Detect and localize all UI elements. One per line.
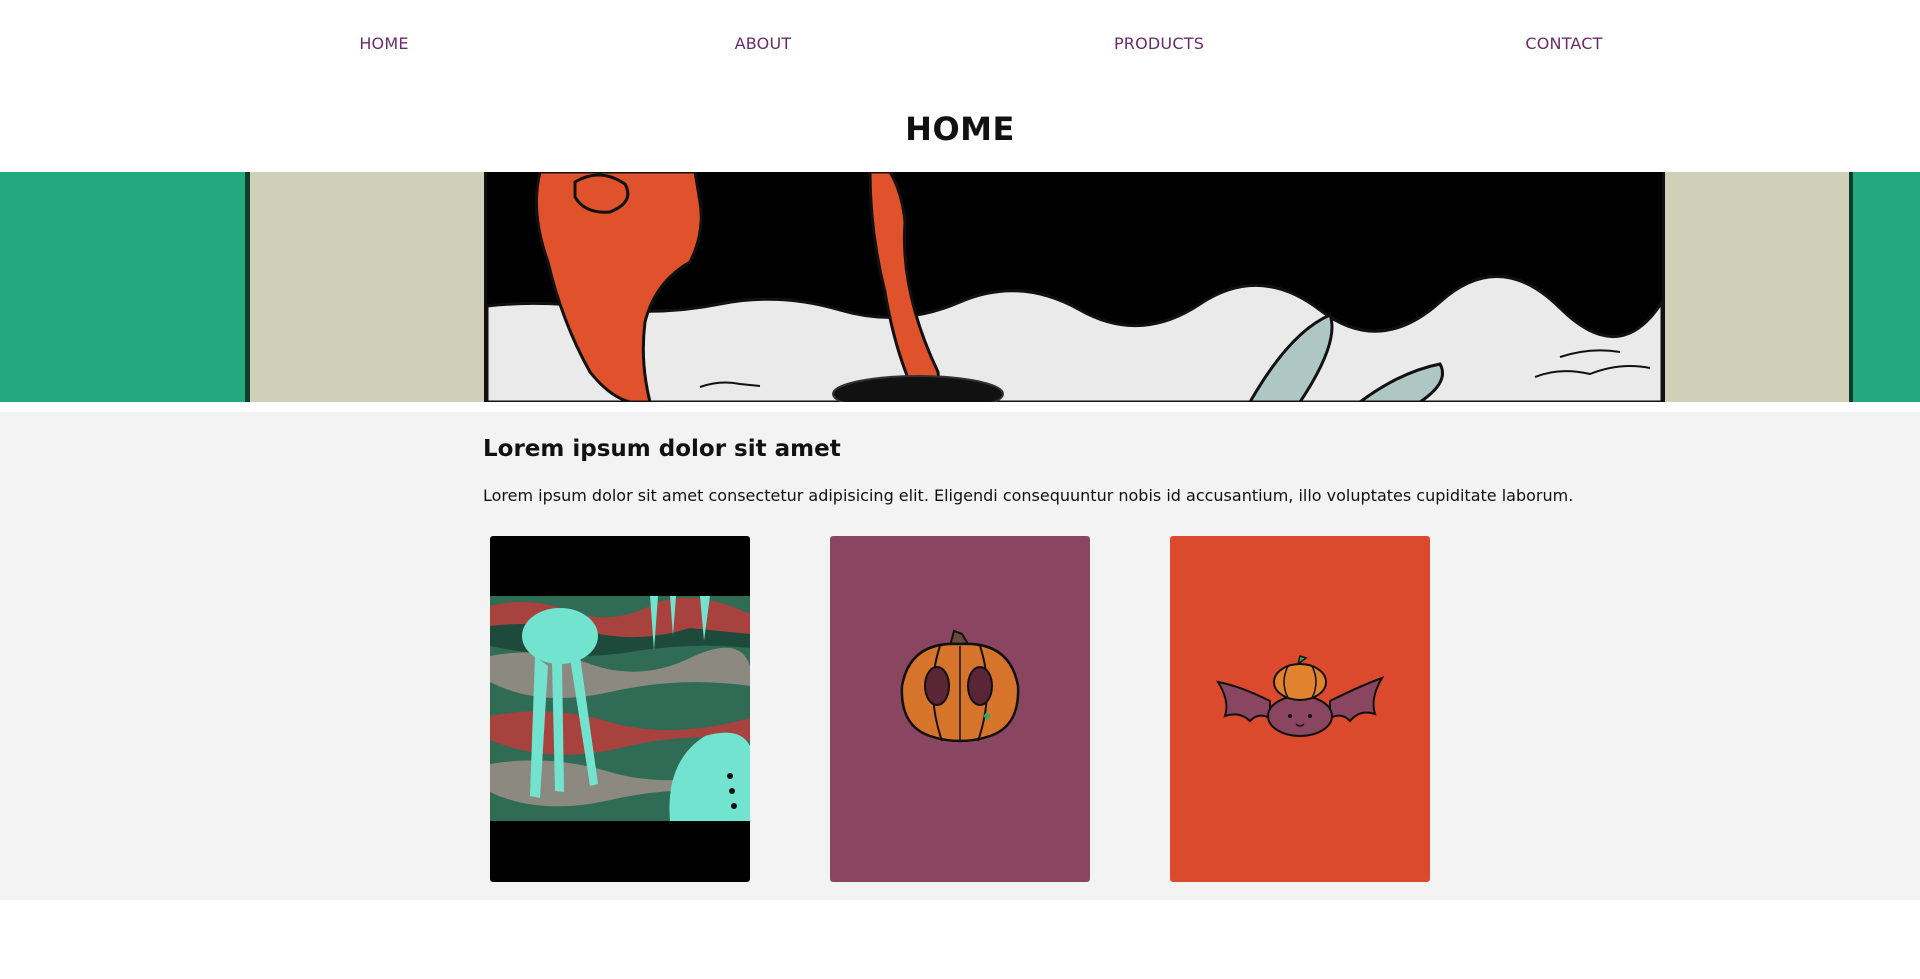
main-nav: HOME ABOUT PRODUCTS CONTACT [0,0,1920,88]
section-body-text: Lorem ipsum dolor sit amet consectetur a… [483,486,1574,505]
nav-link-home[interactable]: HOME [359,34,408,53]
jellyfish-creatures-illustration [490,536,750,882]
nav-link-about[interactable]: ABOUT [735,34,792,53]
content-section: Lorem ipsum dolor sit amet Lorem ipsum d… [0,412,1920,900]
page-title: HOME [905,110,1015,148]
pumpkin-bat-illustration [1170,536,1430,882]
nav-link-contact[interactable]: CONTACT [1525,34,1602,53]
product-card-3[interactable] [1170,536,1430,882]
product-card-2[interactable] [830,536,1090,882]
section-heading: Lorem ipsum dolor sit amet [483,436,841,462]
hero-illustration [0,172,1920,402]
nav-link-products[interactable]: PRODUCTS [1114,34,1204,53]
hero-banner [0,172,1920,402]
pumpkin-illustration [830,536,1090,882]
product-card-1[interactable] [490,536,750,882]
